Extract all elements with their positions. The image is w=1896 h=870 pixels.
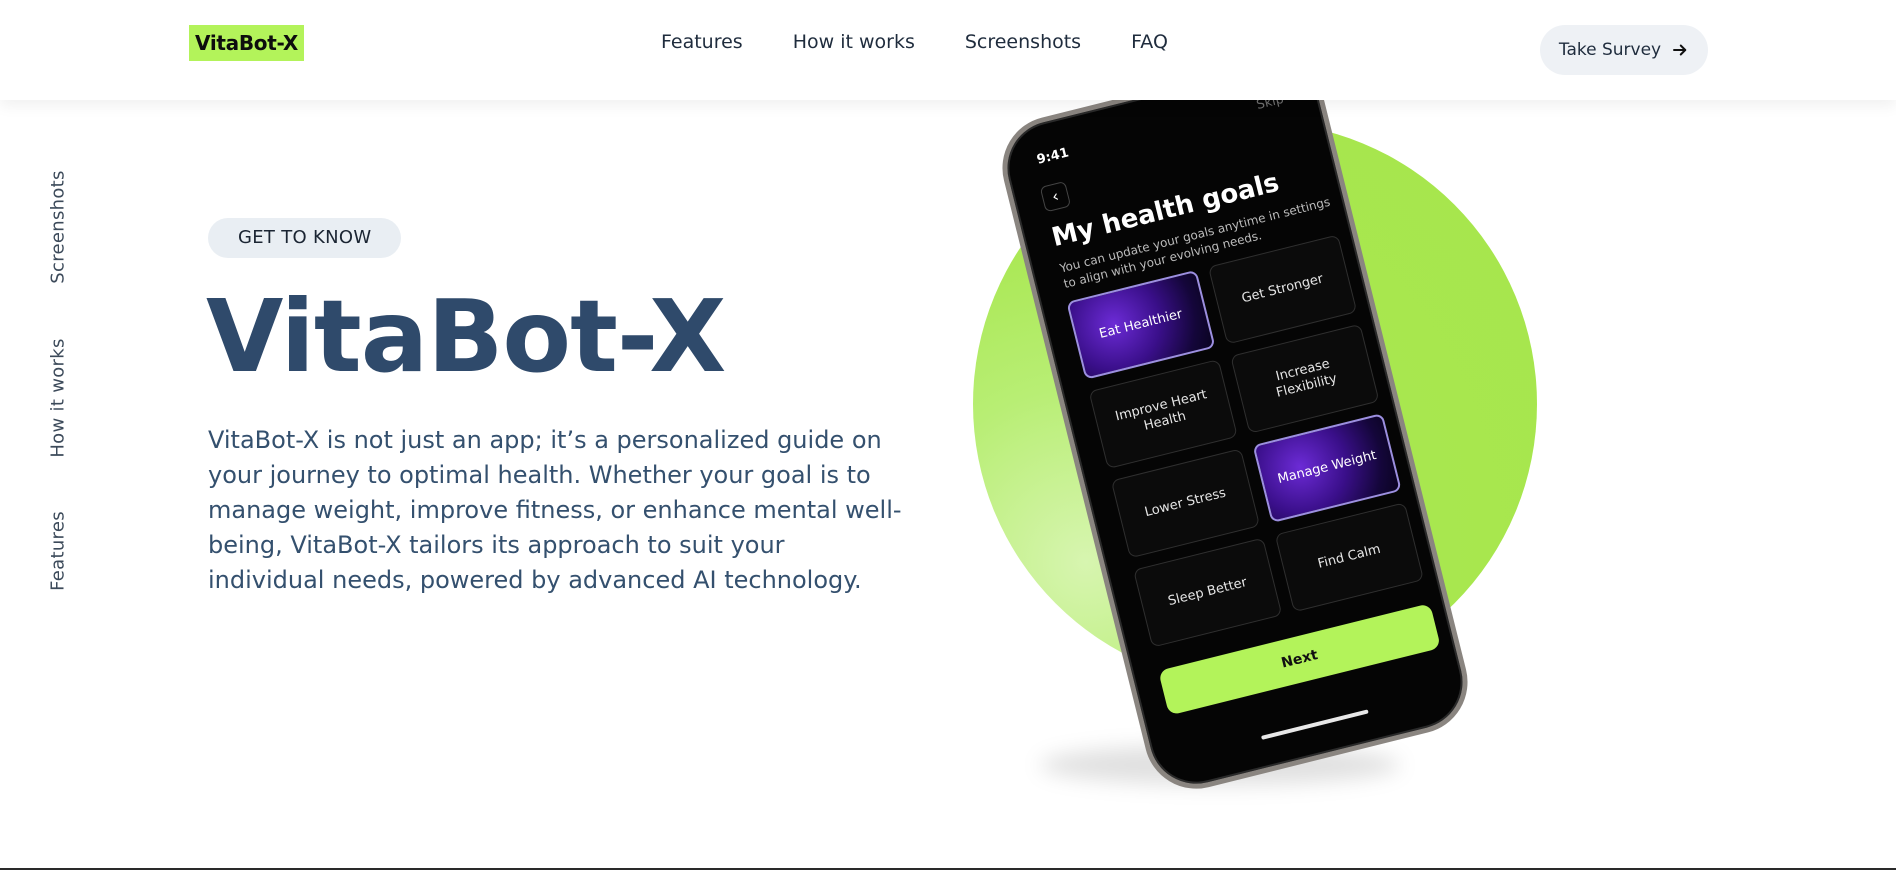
nav-link-faq[interactable]: FAQ <box>1131 30 1168 54</box>
goal-improve-heart-health: Improve Heart Health <box>1088 359 1238 470</box>
goal-manage-weight: Manage Weight <box>1252 412 1402 524</box>
goal-increase-flexibility: Increase Flexibility <box>1230 323 1380 434</box>
goal-find-calm: Find Calm <box>1274 502 1425 613</box>
main-nav: Features How it works Screenshots FAQ <box>661 30 1168 54</box>
goal-sleep-better: Sleep Better <box>1133 537 1283 648</box>
phone-skip-link: Skip <box>1254 100 1286 114</box>
phone-clip: 9:41 Skip ‹ My health goals You can upda… <box>0 100 1896 870</box>
phone-mockup: 9:41 Skip ‹ My health goals You can upda… <box>991 100 1479 800</box>
site-header: VitaBot-X Features How it works Screensh… <box>0 0 1896 100</box>
phone-status-time: 9:41 <box>1035 145 1071 168</box>
take-survey-button[interactable]: Take Survey <box>1540 25 1708 75</box>
nav-link-features[interactable]: Features <box>661 30 743 54</box>
goals-grid: Eat Healthier Get Stronger Improve Heart… <box>1066 234 1425 648</box>
back-chevron-icon: ‹ <box>1039 180 1072 213</box>
home-indicator <box>1260 709 1369 740</box>
logo[interactable]: VitaBot-X <box>189 25 304 61</box>
goal-lower-stress: Lower Stress <box>1110 448 1261 559</box>
nav-link-how-it-works[interactable]: How it works <box>793 30 915 54</box>
nav-link-screenshots[interactable]: Screenshots <box>965 30 1081 54</box>
arrow-right-icon <box>1673 44 1687 56</box>
take-survey-label: Take Survey <box>1558 40 1662 60</box>
